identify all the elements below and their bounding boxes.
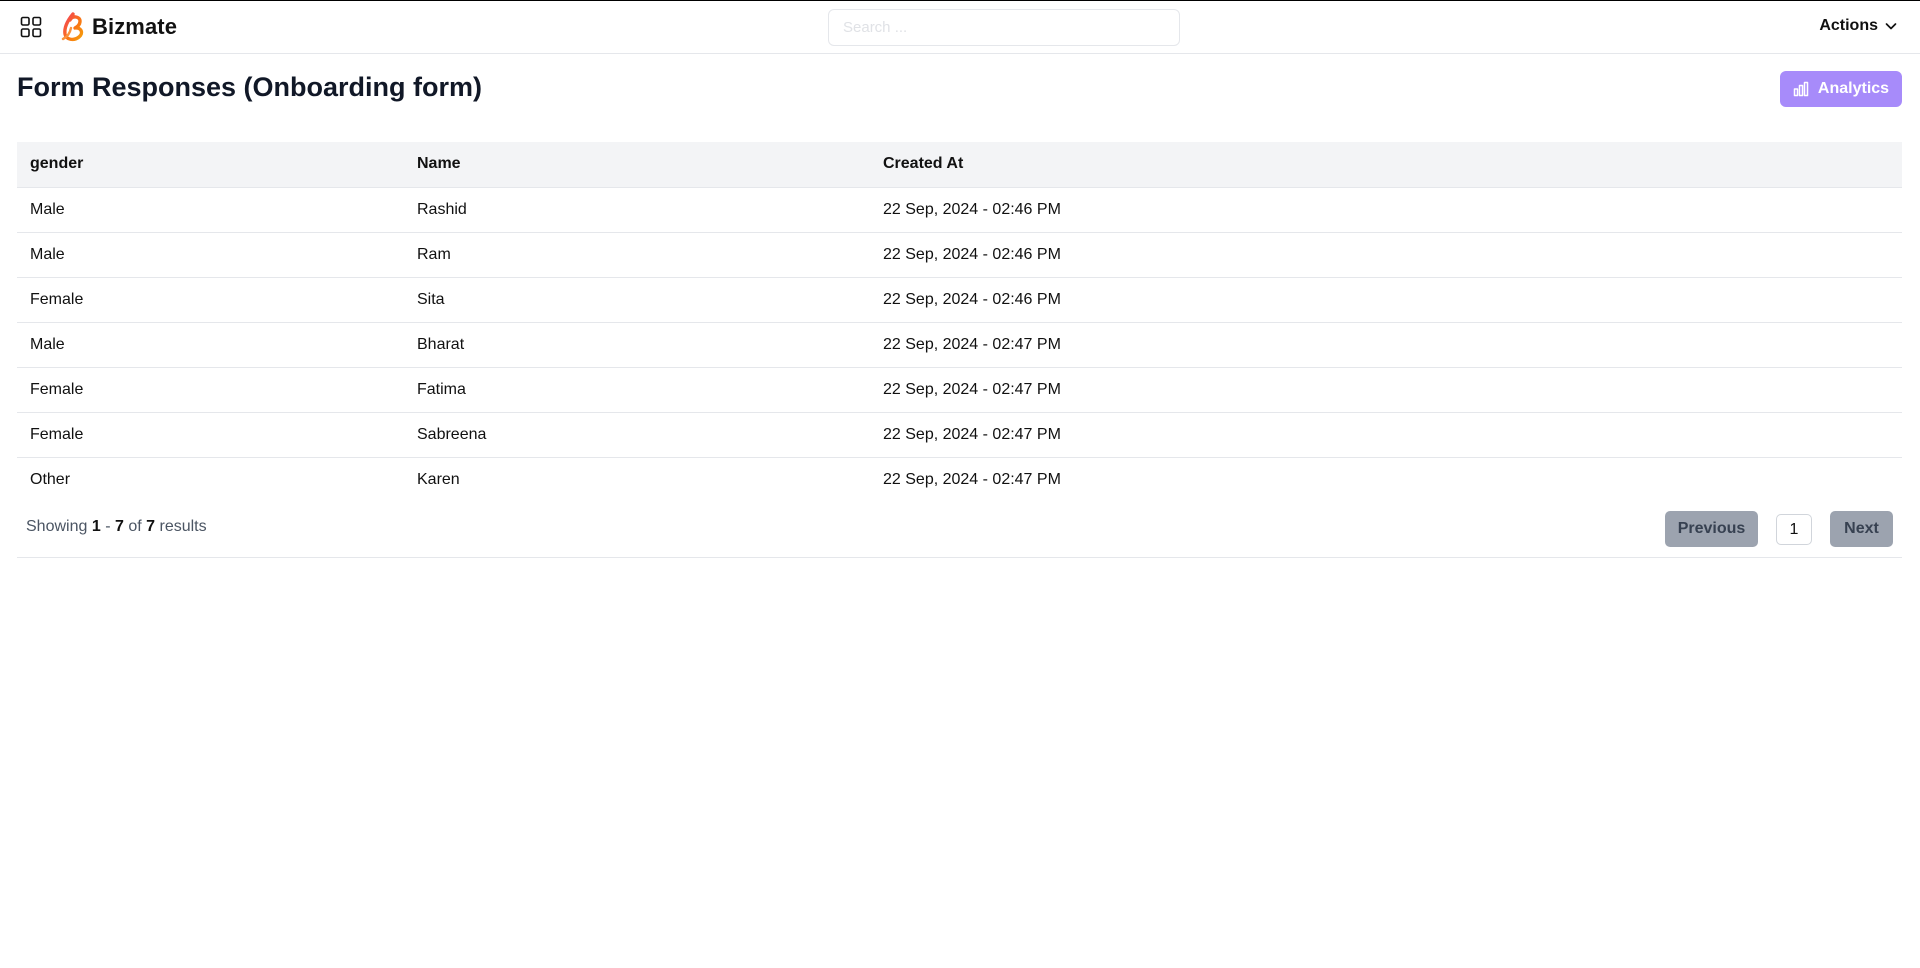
cell-gender: Female [17, 412, 404, 458]
brand-logo[interactable]: Bizmate [57, 11, 177, 43]
cell-name: Sita [404, 277, 870, 323]
range-from: 1 [91, 518, 101, 535]
pagination-bar: Showing 1 - 7 of 7 results Previous 1 Ne… [17, 502, 1902, 558]
cell-created-at: 22 Sep, 2024 - 02:47 PM [870, 412, 1902, 458]
table-row[interactable]: Other Karen 22 Sep, 2024 - 02:47 PM [17, 457, 1902, 502]
cell-name: Fatima [404, 367, 870, 413]
chevron-down-icon [1885, 23, 1897, 30]
table-row[interactable]: Female Sita 22 Sep, 2024 - 02:46 PM [17, 277, 1902, 323]
cell-created-at: 22 Sep, 2024 - 02:46 PM [870, 232, 1902, 278]
cell-name: Rashid [404, 187, 870, 233]
cell-gender: Female [17, 367, 404, 413]
cell-gender: Male [17, 187, 404, 233]
table-row[interactable]: Female Sabreena 22 Sep, 2024 - 02:47 PM [17, 412, 1902, 458]
grid-icon[interactable] [20, 16, 42, 38]
actions-menu-button[interactable]: Actions [1819, 17, 1898, 35]
showing-prefix: Showing [26, 518, 88, 535]
range-to: 7 [114, 518, 124, 535]
total-count: 7 [146, 518, 156, 535]
cell-name: Karen [417, 470, 460, 488]
results-suffix: results [159, 518, 207, 535]
page-number-1[interactable]: 1 [1776, 514, 1812, 545]
table-row[interactable]: Male Bharat 22 Sep, 2024 - 02:47 PM [17, 322, 1902, 368]
table-row[interactable]: Female Fatima 22 Sep, 2024 - 02:47 PM [17, 367, 1902, 413]
top-navbar: Bizmate Actions [0, 0, 1920, 54]
page-title: Form Responses (Onboarding form) [17, 72, 483, 102]
brand-name: Bizmate [92, 14, 178, 39]
table-row[interactable]: Male Ram 22 Sep, 2024 - 02:46 PM [17, 232, 1902, 278]
results-summary: Showing 1 - 7 of 7 results [26, 518, 207, 536]
cell-created-at: 22 Sep, 2024 - 02:47 PM [883, 470, 1061, 488]
cell-gender: Male [17, 232, 404, 278]
column-header-name[interactable]: Name [404, 142, 870, 188]
cell-gender: Male [17, 322, 404, 368]
cell-gender: Female [17, 277, 404, 323]
cell-name: Sabreena [404, 412, 870, 458]
bar-chart-icon [1793, 81, 1809, 97]
cell-gender: Other [30, 470, 71, 488]
next-page-button[interactable]: Next [1830, 511, 1893, 547]
column-header-gender[interactable]: gender [17, 142, 404, 188]
table-header-row: gender Name Created At [17, 142, 1902, 188]
search-input[interactable] [828, 9, 1180, 46]
cell-created-at: 22 Sep, 2024 - 02:46 PM [870, 187, 1902, 233]
analytics-button[interactable]: Analytics [1780, 71, 1902, 107]
of-label: of [128, 518, 142, 535]
cell-name: Bharat [404, 322, 870, 368]
previous-page-button[interactable]: Previous [1665, 511, 1758, 547]
cell-created-at: 22 Sep, 2024 - 02:47 PM [870, 367, 1902, 413]
analytics-label: Analytics [1817, 80, 1890, 97]
bizmate-logo-icon [57, 11, 89, 43]
cell-name: Ram [404, 232, 870, 278]
range-separator: - [105, 518, 111, 535]
table-row[interactable]: Male Rashid 22 Sep, 2024 - 02:46 PM [17, 187, 1902, 233]
cell-created-at: 22 Sep, 2024 - 02:47 PM [870, 322, 1902, 368]
actions-label: Actions [1819, 17, 1878, 34]
cell-created-at: 22 Sep, 2024 - 02:46 PM [870, 277, 1902, 323]
column-header-created-at[interactable]: Created At [870, 142, 1902, 188]
responses-table: gender Name Created At Male Rashid 22 Se… [17, 142, 1902, 502]
